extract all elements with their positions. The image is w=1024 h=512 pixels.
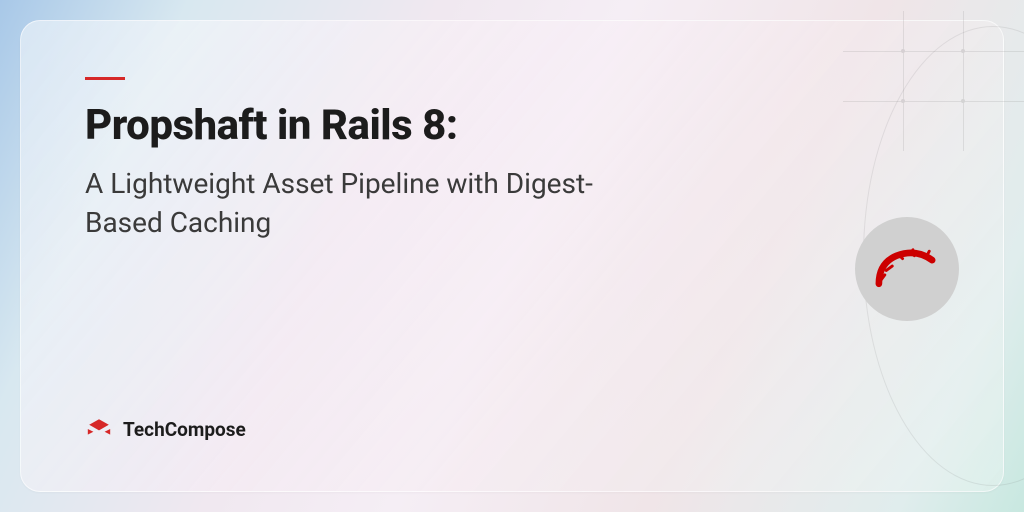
brand-name: TechCompose (123, 418, 246, 441)
techcompose-logo-icon (85, 415, 113, 443)
accent-line (85, 77, 125, 80)
rails-logo-icon (870, 232, 944, 306)
page-subtitle: A Lightweight Asset Pipeline with Digest… (85, 164, 645, 242)
page-title: Propshaft in Rails 8: (85, 102, 939, 150)
brand-footer: TechCompose (85, 415, 939, 443)
promo-card: Propshaft in Rails 8: A Lightweight Asse… (20, 20, 1004, 492)
rails-badge (855, 217, 959, 321)
